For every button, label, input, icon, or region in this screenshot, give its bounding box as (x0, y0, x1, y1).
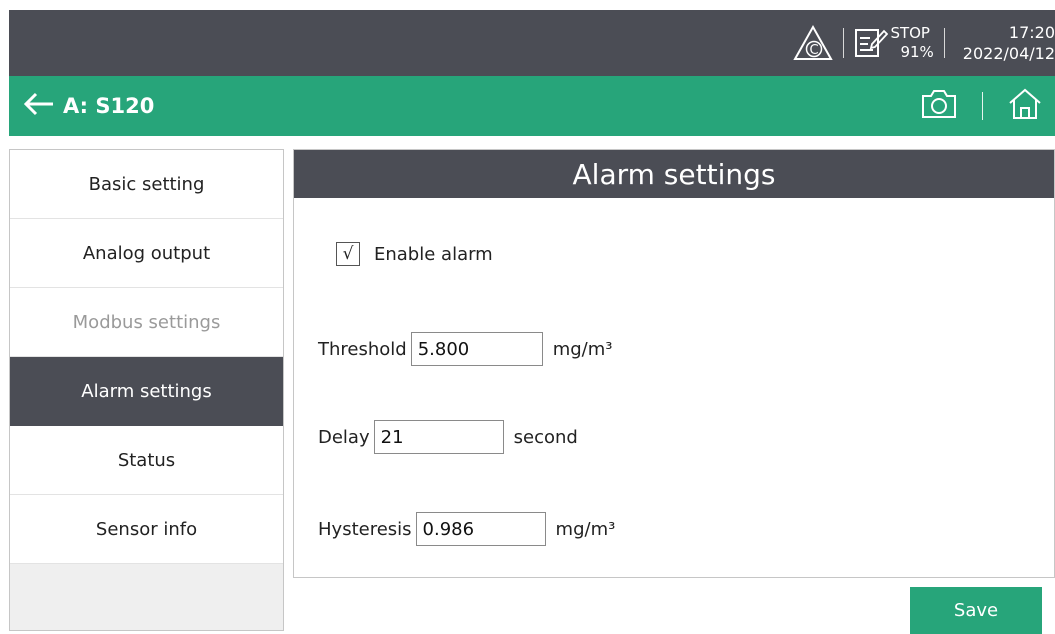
sidebar-item-analog-output[interactable]: Analog output (10, 219, 283, 288)
hysteresis-unit: mg/m³ (555, 518, 616, 540)
hysteresis-row: Hysteresis mg/m³ (318, 512, 615, 546)
threshold-unit: mg/m³ (552, 338, 613, 360)
threshold-input[interactable] (410, 332, 543, 366)
clock-date: 2022/04/12 (962, 44, 1055, 63)
delay-unit: second (513, 426, 578, 448)
panel-header: Alarm settings (294, 150, 1054, 198)
threshold-label: Threshold (318, 338, 407, 360)
clock: 17:20 2022/04/12 (963, 22, 1055, 64)
hysteresis-label: Hysteresis (318, 518, 412, 540)
home-icon (1007, 87, 1043, 125)
enable-alarm-label: Enable alarm (374, 243, 493, 265)
sidebar-item-status[interactable]: Status (10, 426, 283, 495)
sidebar-item-label: Modbus settings (72, 311, 221, 333)
edit-document-icon (854, 26, 889, 60)
sidebar-item-label: Basic setting (88, 173, 205, 195)
sidebar-item-label: Analog output (82, 242, 211, 264)
camera-icon (920, 88, 958, 124)
clock-time: 17:20 (1008, 23, 1055, 42)
battery-level: 91% (900, 43, 934, 61)
sidebar-item-modbus-settings: Modbus settings (10, 288, 283, 357)
status-divider (943, 28, 945, 58)
home-button[interactable] (1007, 87, 1043, 125)
sidebar-item-label: Alarm settings (81, 380, 212, 402)
nav-actions (920, 76, 1043, 136)
threshold-row: Threshold mg/m³ (318, 332, 613, 366)
nav-bar: A: S120 (9, 76, 1055, 136)
delay-input[interactable] (373, 420, 504, 454)
enable-alarm-checkbox[interactable]: √ (336, 242, 360, 266)
panel-title: Alarm settings (572, 157, 776, 191)
run-state: STOP 91% (854, 24, 934, 62)
page-title: A: S120 (63, 94, 155, 118)
alarm-settings-panel: Alarm settings √ Enable alarm Threshold … (293, 149, 1055, 578)
status-indicators: C STOP 91% 17:20 2022/04/12 (793, 10, 1055, 76)
run-state-text: STOP (890, 24, 930, 42)
sidebar-item-alarm-settings[interactable]: Alarm settings (10, 357, 283, 426)
save-button[interactable]: Save (910, 587, 1042, 634)
nav-divider (982, 92, 983, 120)
sidebar-item-sensor-info[interactable]: Sensor info (10, 495, 283, 564)
sidebar-item-label: Sensor info (95, 518, 198, 540)
delay-label: Delay (318, 426, 370, 448)
save-button-label: Save (953, 600, 999, 621)
alarm-warning-icon[interactable]: C (793, 24, 834, 62)
arrow-left-icon (23, 92, 55, 120)
alarm-warning-letter: C (810, 43, 819, 58)
checkmark-icon: √ (342, 244, 354, 264)
delay-row: Delay second (318, 420, 578, 454)
camera-button[interactable] (920, 88, 958, 124)
settings-sidebar: Basic setting Analog output Modbus setti… (9, 149, 284, 631)
back-button[interactable]: A: S120 (23, 86, 154, 126)
hysteresis-input[interactable] (415, 512, 546, 546)
sidebar-item-label: Status (117, 449, 176, 471)
sidebar-item-basic-setting[interactable]: Basic setting (10, 150, 283, 219)
status-divider (843, 28, 845, 58)
status-bar: C STOP 91% 17:20 2022/04/12 (9, 10, 1055, 76)
enable-alarm-row: √ Enable alarm (336, 242, 493, 266)
